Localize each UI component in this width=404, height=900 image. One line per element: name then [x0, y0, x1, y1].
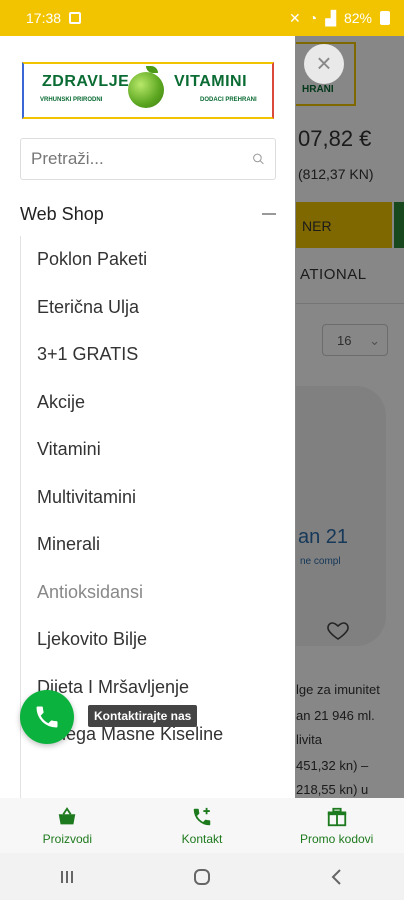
home-icon: [193, 868, 210, 885]
navigation-drawer: ZDRAVLJE VITAMINI VRHUNSKI PRIRODNI DODA…: [0, 36, 295, 798]
bottom-navigation: Proizvodi Kontakt Promo kodovi: [0, 798, 404, 853]
nav-label-proizvodi: Proizvodi: [42, 831, 93, 846]
signal-icon: ▟: [325, 9, 336, 26]
wifi-icon: ◔: [308, 10, 318, 26]
home-button[interactable]: [190, 865, 214, 889]
recent-apps-button[interactable]: [55, 865, 79, 889]
section-title: Web Shop: [20, 203, 104, 224]
nav-promo-kodovi[interactable]: Promo kodovi: [269, 798, 404, 853]
nav-kontakt[interactable]: Kontakt: [135, 798, 270, 853]
logo-word-left: ZDRAVLJE: [42, 73, 130, 90]
logo-subtitle-left: VRHUNSKI PRIRODNI: [40, 97, 103, 103]
close-icon: ×: [316, 48, 332, 78]
nav-label-promo-kodovi: Promo kodovi: [299, 831, 374, 846]
recent-apps-icon: [61, 870, 74, 883]
nav-proizvodi[interactable]: Proizvodi: [0, 798, 135, 853]
mute-icon: ✕: [288, 9, 301, 26]
gallery-notification-icon: [69, 12, 82, 24]
back-button[interactable]: [325, 865, 349, 889]
battery-icon: [380, 11, 390, 25]
apple-icon: [128, 72, 164, 108]
menu-item-vitamini[interactable]: Vitamini: [21, 426, 276, 474]
basket-icon: [59, 806, 76, 824]
logo-word-right: VITAMINI: [174, 73, 248, 90]
menu-item-ljekovito-bilje[interactable]: Ljekovito Bilje: [21, 616, 276, 664]
battery-level: 82%: [343, 10, 372, 26]
collapse-icon[interactable]: [262, 213, 276, 215]
logo-subtitle-right: DODACI PREHRANI: [200, 97, 257, 103]
system-navigation-bar: [0, 853, 404, 900]
search-icon[interactable]: [252, 149, 265, 169]
contact-tooltip: Kontaktirajte nas: [88, 705, 198, 727]
menu-item-antioksidansi[interactable]: Antioksidansi: [21, 569, 276, 617]
back-icon: [331, 868, 341, 885]
web-shop-section-header[interactable]: Web Shop: [20, 200, 276, 228]
menu-item-multivitamini[interactable]: Multivitamini: [21, 474, 276, 522]
search-input[interactable]: [31, 149, 252, 169]
call-button[interactable]: [20, 690, 74, 744]
site-logo[interactable]: ZDRAVLJE VITAMINI VRHUNSKI PRIRODNI DODA…: [22, 62, 274, 119]
nav-label-kontakt: Kontakt: [181, 831, 223, 846]
close-drawer-button[interactable]: ×: [304, 44, 344, 84]
menu-item-3plus1-gratis[interactable]: 3+1 GRATIS: [21, 331, 276, 379]
phone-plus-icon: [193, 807, 211, 825]
menu-item-akcije[interactable]: Akcije: [21, 379, 276, 427]
menu-item-poklon-paketi[interactable]: Poklon Paketi: [21, 236, 276, 284]
phone-icon: [36, 706, 58, 728]
gift-icon: [327, 807, 346, 826]
status-bar: 17:38 ✕ ◔ ▟ 82%: [0, 0, 404, 36]
search-box: [20, 138, 276, 180]
menu-item-minerali[interactable]: Minerali: [21, 521, 276, 569]
status-time: 17:38: [26, 10, 62, 26]
menu-item-istaknuta-ulja[interactable]: Eterična Ulja: [21, 284, 276, 332]
